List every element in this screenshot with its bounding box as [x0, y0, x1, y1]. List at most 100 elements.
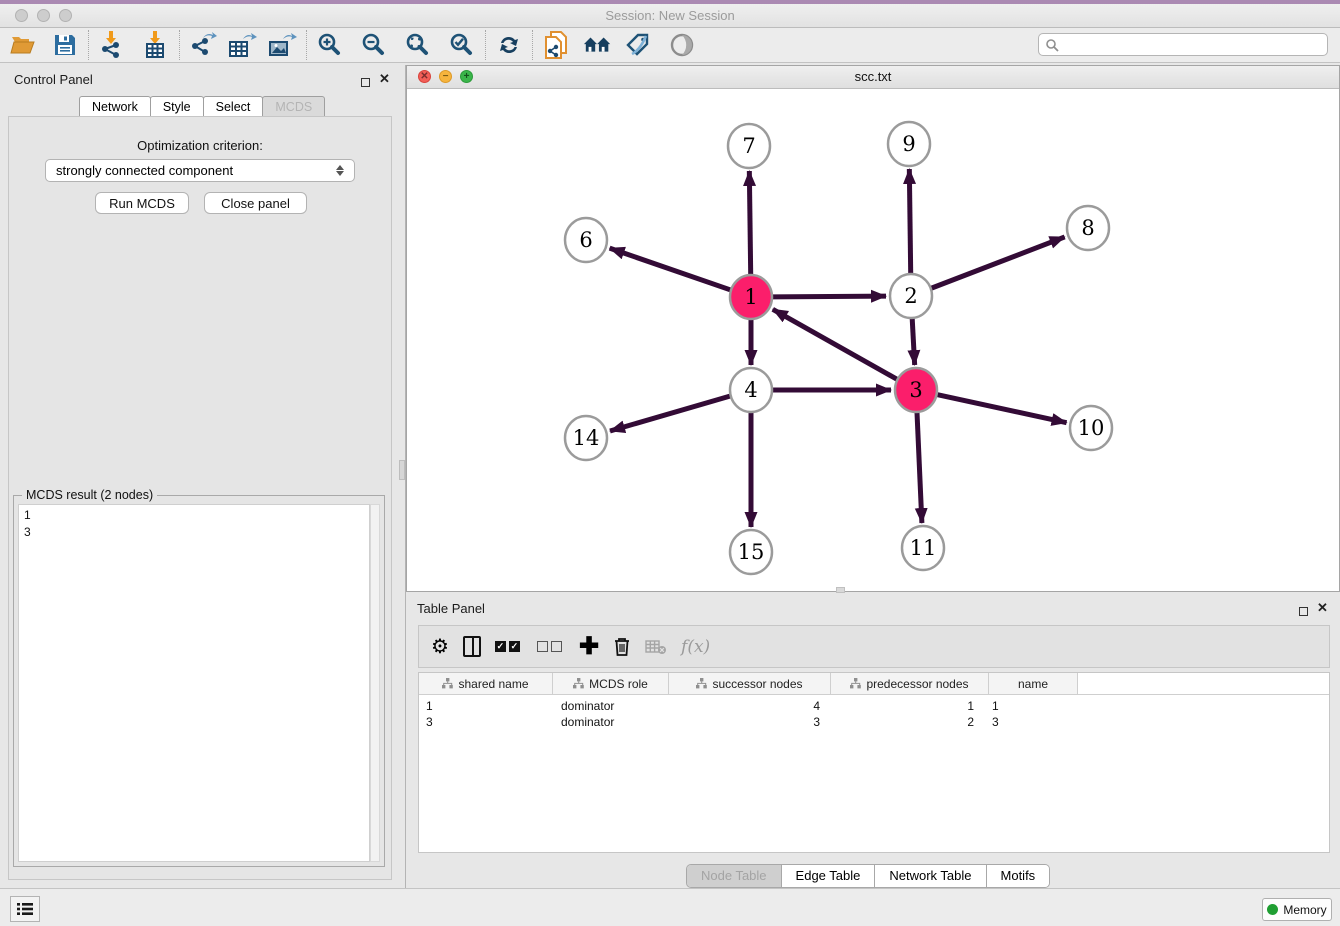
mcds-panel: Optimization criterion: strongly connect…	[8, 116, 392, 880]
graph-node-3[interactable]: 3	[895, 368, 937, 412]
maximize-window-button[interactable]	[59, 9, 72, 22]
tab-network-table[interactable]: Network Table	[875, 865, 986, 887]
svg-text:14: 14	[573, 426, 600, 450]
memory-label: Memory	[1283, 903, 1326, 917]
column-header-shared-name[interactable]: shared name	[419, 673, 553, 694]
window-title: Session: New Session	[0, 4, 1340, 28]
search-input[interactable]	[1038, 33, 1328, 56]
network-window: ✕ − + scc.txt 7968124314101511	[406, 65, 1340, 592]
add-column-icon[interactable]: ✚	[579, 633, 599, 661]
zoom-out-icon[interactable]	[359, 30, 389, 60]
column-header-name[interactable]: name	[989, 673, 1078, 694]
export-table-icon[interactable]	[228, 30, 258, 60]
table-header-row: shared name MCDS role successor nodes pr…	[419, 673, 1329, 695]
table-close-panel-icon[interactable]: ✕	[1317, 603, 1328, 613]
graph-node-11[interactable]: 11	[902, 526, 944, 570]
split-pane-icon[interactable]	[463, 633, 481, 661]
svg-text:11: 11	[910, 536, 937, 560]
save-session-icon[interactable]	[50, 30, 80, 60]
graph-edge-1-2[interactable]	[773, 296, 886, 297]
graph-node-14[interactable]: 14	[565, 416, 607, 460]
tab-mcds[interactable]: MCDS	[262, 96, 325, 117]
column-header-mcds-role[interactable]: MCDS role	[553, 673, 669, 694]
memory-button[interactable]: Memory	[1262, 898, 1332, 921]
graph-edge-1-7[interactable]	[749, 171, 750, 275]
list-icon	[17, 902, 33, 916]
column-header-successor-nodes[interactable]: successor nodes	[669, 673, 831, 694]
graph-node-6[interactable]: 6	[565, 218, 607, 262]
graph-node-1[interactable]: 1	[730, 275, 772, 319]
graph-edge-3-10[interactable]	[937, 395, 1066, 423]
refresh-icon[interactable]	[494, 30, 524, 60]
control-panel-header: Control Panel ✕	[0, 65, 399, 93]
close-window-button[interactable]	[15, 9, 28, 22]
task-history-button[interactable]	[10, 896, 40, 922]
graph-node-8[interactable]: 8	[1067, 206, 1109, 250]
close-panel-icon[interactable]: ✕	[379, 74, 390, 84]
network-maximize-icon[interactable]: +	[460, 70, 473, 83]
import-table-icon[interactable]	[141, 30, 171, 60]
network-resize-grip-icon[interactable]	[836, 587, 845, 593]
table-settings-gear-icon[interactable]: ⚙	[431, 633, 449, 661]
import-network-icon[interactable]	[97, 30, 127, 60]
graph-node-15[interactable]: 15	[730, 530, 772, 574]
graph-edge-3-1[interactable]	[773, 309, 897, 379]
select-all-icon[interactable]: ✓✓	[495, 633, 523, 661]
tab-motifs[interactable]: Motifs	[987, 865, 1050, 887]
delete-table-icon[interactable]	[645, 633, 667, 661]
graph-edge-2-3[interactable]	[912, 318, 915, 365]
column-type-icon	[573, 678, 584, 689]
graph-node-7[interactable]: 7	[728, 124, 770, 168]
mcds-result-text[interactable]: 1 3	[18, 504, 370, 862]
graph-edge-4-14[interactable]	[610, 396, 730, 431]
result-line: 3	[24, 524, 369, 541]
mcds-result-groupbox: MCDS result (2 nodes) 1 3	[13, 495, 385, 867]
graph-edge-1-6[interactable]	[610, 248, 731, 290]
titlebar: Session: New Session	[0, 4, 1340, 28]
graph-node-2[interactable]: 2	[890, 274, 932, 318]
graph-edge-2-8[interactable]	[932, 237, 1065, 288]
deselect-all-icon[interactable]	[537, 633, 565, 661]
svg-text:6: 6	[579, 228, 592, 252]
column-type-icon	[442, 678, 453, 689]
column-header-predecessor-nodes[interactable]: predecessor nodes	[831, 673, 989, 694]
float-panel-icon[interactable]	[361, 74, 370, 92]
tab-network[interactable]: Network	[79, 96, 151, 117]
hide-labels-icon[interactable]	[625, 30, 655, 60]
table-row[interactable]: 1 dominator 4 1 1	[419, 699, 1329, 715]
show-graphics-details-icon[interactable]	[667, 30, 697, 60]
table-float-panel-icon[interactable]	[1299, 603, 1308, 621]
result-scrollbar[interactable]	[370, 504, 380, 862]
graph-node-9[interactable]: 9	[888, 122, 930, 166]
show-all-panels-icon[interactable]	[583, 30, 613, 60]
zoom-fit-icon[interactable]	[403, 30, 433, 60]
tab-node-table[interactable]: Node Table	[687, 865, 782, 887]
network-canvas[interactable]: 7 9 6 8 1 2 4 3 14 10 15 11	[407, 89, 1339, 591]
result-line: 1	[24, 507, 369, 524]
network-close-icon[interactable]: ✕	[418, 70, 431, 83]
function-builder-icon[interactable]: f(x)	[681, 633, 710, 661]
graph-edge-3-11[interactable]	[917, 412, 922, 523]
network-minimize-icon[interactable]: −	[439, 70, 452, 83]
panel-splitter[interactable]	[399, 65, 406, 888]
export-network-icon[interactable]	[188, 30, 218, 60]
run-mcds-button[interactable]: Run MCDS	[95, 192, 189, 214]
export-image-icon[interactable]	[268, 30, 298, 60]
new-network-from-selection-icon[interactable]	[541, 30, 571, 60]
delete-column-icon[interactable]	[613, 633, 631, 661]
close-panel-button[interactable]: Close panel	[204, 192, 307, 214]
open-folder-icon[interactable]	[8, 30, 38, 60]
criterion-dropdown[interactable]: strongly connected component	[45, 159, 355, 182]
zoom-selected-icon[interactable]	[447, 30, 477, 60]
table-row[interactable]: 3 dominator 3 2 3	[419, 715, 1329, 731]
tab-style[interactable]: Style	[150, 96, 204, 117]
splitter-grip-icon[interactable]	[399, 460, 405, 480]
graph-node-10[interactable]: 10	[1070, 406, 1112, 450]
graph-edge-2-9[interactable]	[909, 169, 910, 274]
svg-text:3: 3	[909, 378, 922, 402]
zoom-in-icon[interactable]	[315, 30, 345, 60]
tab-edge-table[interactable]: Edge Table	[782, 865, 876, 887]
minimize-window-button[interactable]	[37, 9, 50, 22]
tab-select[interactable]: Select	[203, 96, 264, 117]
graph-node-4[interactable]: 4	[730, 368, 772, 412]
